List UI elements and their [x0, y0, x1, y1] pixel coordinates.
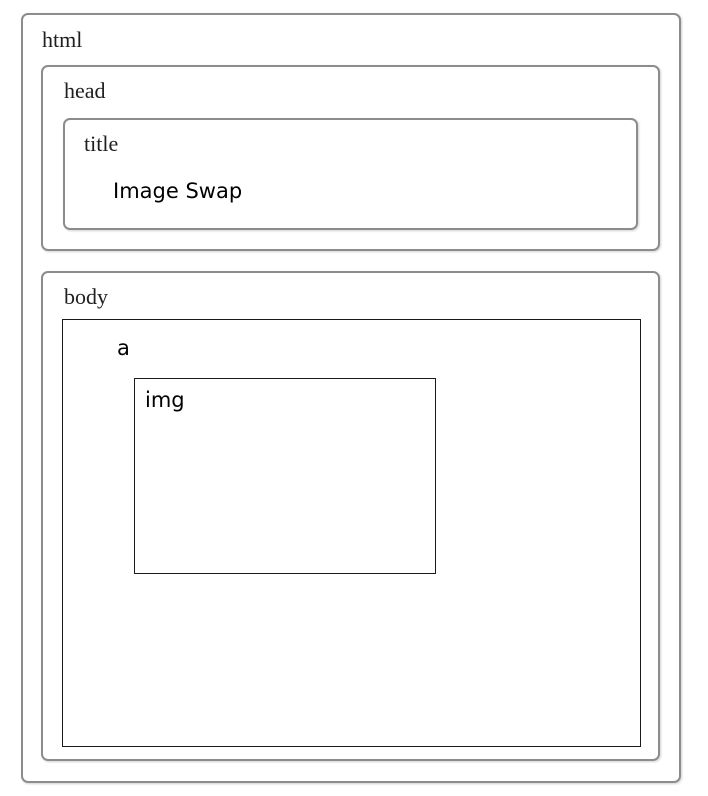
img-element-box: img	[134, 378, 436, 574]
img-label: img	[145, 388, 185, 412]
title-text-content: Image Swap	[113, 179, 243, 203]
head-element-box: head title Image Swap	[41, 65, 660, 251]
title-label: title	[84, 131, 119, 156]
html-element-box: html head title Image Swap body a img	[21, 13, 681, 783]
body-label: body	[64, 284, 108, 309]
a-label: a	[117, 336, 130, 360]
title-element-box: title Image Swap	[63, 118, 638, 230]
html-label: html	[42, 27, 83, 52]
body-element-box: body a img	[41, 271, 660, 761]
a-element-box: a img	[62, 319, 641, 747]
head-label: head	[64, 78, 106, 103]
